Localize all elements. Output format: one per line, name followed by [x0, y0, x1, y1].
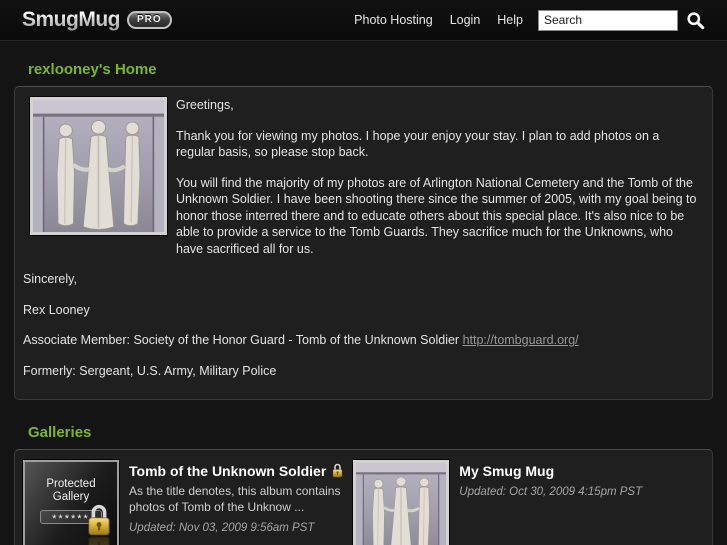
- bio-photo[interactable]: [29, 96, 168, 236]
- galleries-panel: Protected Gallery ****** Tomb of the Unk…: [14, 449, 713, 545]
- padlock-icon: [84, 501, 114, 537]
- pro-badge: PRO: [126, 11, 172, 29]
- gallery-info: Tomb of the Unknown Soldier As the title…: [129, 460, 353, 545]
- top-bar: SmugMug PRO Photo Hosting Login Help: [0, 0, 727, 41]
- gallery-description: As the title denotes, this album contain…: [129, 484, 341, 514]
- bio-sincerely: Sincerely,: [23, 272, 77, 286]
- gallery-info: My Smug Mug Updated: Oct 30, 2009 4:15pm…: [459, 460, 642, 545]
- gallery-thumb[interactable]: [352, 459, 451, 545]
- gallery-updated: Updated: Nov 03, 2009 9:56am PST: [129, 522, 315, 534]
- tombguard-link[interactable]: http://tombguard.org/: [463, 333, 579, 347]
- gallery-title-link[interactable]: Tomb of the Unknown Soldier: [129, 463, 326, 479]
- bio-signature: Rex Looney: [23, 302, 90, 317]
- nav-photo-hosting[interactable]: Photo Hosting: [354, 13, 433, 27]
- page-title: rexlooney's Home: [28, 61, 157, 78]
- bio-panel: Greetings, Thank you for viewing my phot…: [14, 86, 713, 400]
- bio-associate-line: Associate Member: Society of the Honor G…: [23, 332, 700, 349]
- page-body: rexlooney's Home Greetings, Thank you fo…: [0, 61, 727, 545]
- stone-relief-image: [33, 100, 164, 232]
- bio-formerly: Formerly: Sergeant, U.S. Army, Military …: [23, 363, 277, 378]
- nav-help[interactable]: Help: [497, 13, 523, 27]
- galleries-title: Galleries: [28, 424, 92, 441]
- padlock-reflection: [84, 535, 114, 545]
- gallery-item: My Smug Mug Updated: Oct 30, 2009 4:15pm…: [352, 459, 704, 545]
- gallery-item: Protected Gallery ****** Tomb of the Unk…: [22, 459, 353, 545]
- logo-text: SmugMug: [22, 8, 120, 31]
- smugmug-logo[interactable]: SmugMug PRO: [22, 8, 172, 32]
- search-input[interactable]: [538, 9, 678, 31]
- search-button[interactable]: [686, 11, 705, 30]
- protected-gallery-thumb[interactable]: Protected Gallery ******: [22, 459, 120, 545]
- bio-associate-text: Associate Member: Society of the Honor G…: [23, 333, 460, 347]
- search-icon: [687, 11, 705, 29]
- lock-icon: [331, 462, 344, 478]
- nav-login[interactable]: Login: [450, 13, 481, 27]
- gallery-updated: Updated: Oct 30, 2009 4:15pm PST: [459, 486, 643, 498]
- gallery-title-link[interactable]: My Smug Mug: [459, 463, 554, 479]
- header-nav: Photo Hosting Login Help: [337, 9, 705, 31]
- stone-relief-image: [356, 463, 446, 545]
